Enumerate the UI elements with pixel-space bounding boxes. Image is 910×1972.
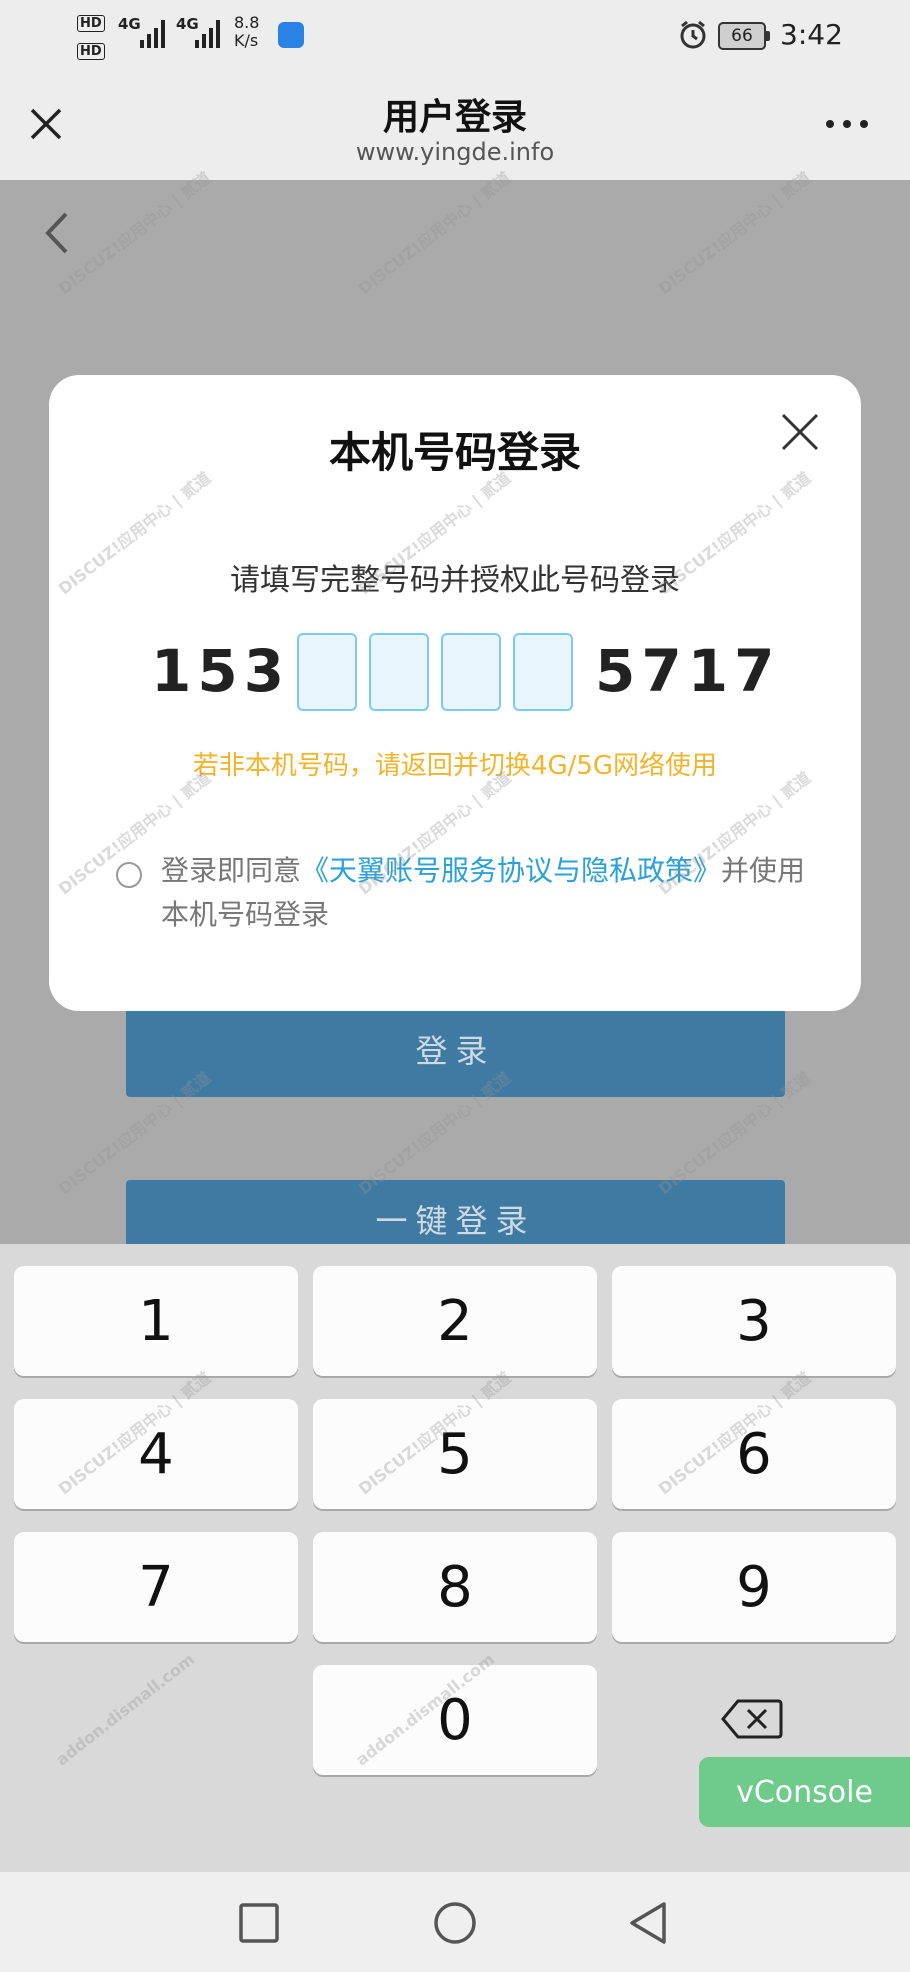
key-1[interactable]: 1 [14, 1266, 298, 1376]
hd-indicator-1: HD [77, 12, 105, 32]
hd-indicator-2: HD [77, 40, 105, 60]
key-3[interactable]: 3 [612, 1266, 896, 1376]
key-2[interactable]: 2 [313, 1266, 597, 1376]
key-8[interactable]: 8 [313, 1532, 597, 1642]
network-speed: 8.8 K/s [234, 13, 260, 50]
vconsole-button[interactable]: vConsole [699, 1757, 910, 1827]
phone-prefix: 153 [151, 637, 291, 705]
page-title: 用户登录 [382, 97, 527, 138]
page-url: www.yingde.info [355, 138, 555, 166]
phone-suffix: 5717 [595, 637, 781, 705]
back-icon[interactable] [38, 208, 78, 258]
dialog-close-icon[interactable] [779, 411, 821, 453]
battery-icon: 66 [718, 22, 770, 50]
recent-apps-icon[interactable] [238, 1902, 280, 1948]
key-4[interactable]: 4 [14, 1399, 298, 1509]
clock: 3:42 [780, 18, 843, 51]
signal-icon-1 [140, 18, 165, 48]
battery-level: 66 [731, 26, 753, 46]
network-type-1: 4G [118, 15, 141, 33]
title-bar: 用户登录 www.yingde.info [0, 72, 910, 180]
status-bar: HD HD 4G 4G 8.8 K/s 66 3:42 [0, 0, 910, 72]
key-5[interactable]: 5 [313, 1399, 597, 1509]
phone-login-dialog: 本机号码登录 请填写完整号码并授权此号码登录 153 5717 若非本机号码，请… [49, 375, 861, 1011]
backspace-icon[interactable] [720, 1697, 784, 1741]
digit-input-1[interactable] [297, 633, 357, 711]
digit-input-2[interactable] [369, 633, 429, 711]
alarm-icon [678, 20, 708, 54]
signal-icon-2 [195, 18, 220, 48]
agreement-text: 登录即同意《天翼账号服务协议与隐私政策》并使用本机号码登录 [161, 849, 821, 937]
key-7[interactable]: 7 [14, 1532, 298, 1642]
system-nav-bar [0, 1872, 910, 1972]
agreement-prefix: 登录即同意 [161, 854, 302, 887]
app-notification-icon [278, 22, 304, 48]
home-icon[interactable] [432, 1900, 478, 1950]
agreement-link[interactable]: 《天翼账号服务协议与隐私政策》 [301, 854, 721, 887]
login-button[interactable]: 登录 [126, 1005, 785, 1097]
more-icon[interactable] [822, 114, 872, 134]
digit-input-3[interactable] [441, 633, 501, 711]
digit-input-4[interactable] [513, 633, 573, 711]
back-nav-icon[interactable] [626, 1900, 670, 1950]
network-warning: 若非本机号码，请返回并切换4G/5G网络使用 [192, 751, 718, 781]
dialog-title: 本机号码登录 [328, 428, 581, 477]
key-0[interactable]: 0 [313, 1665, 597, 1775]
dialog-instruction: 请填写完整号码并授权此号码登录 [230, 563, 680, 598]
key-9[interactable]: 9 [612, 1532, 896, 1642]
agree-radio[interactable] [116, 862, 142, 888]
key-6[interactable]: 6 [612, 1399, 896, 1509]
